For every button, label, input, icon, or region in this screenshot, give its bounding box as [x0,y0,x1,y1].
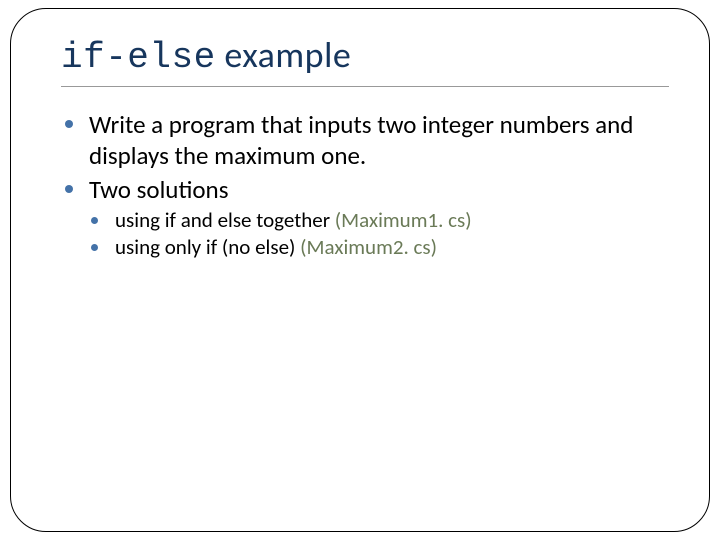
bullet-text: using only if (no else) [115,234,300,260]
title-divider [61,86,669,87]
paren-text: (Maximum2. cs) [300,234,437,260]
bullet-text: Write a program that inputs two integer … [89,109,633,171]
slide-frame: if-else example Write a program that inp… [10,8,710,532]
paren-text: (Maximum1. cs) [335,207,472,233]
slide-title: if-else example [61,33,669,78]
list-subitem: using only if (no else) (Maximum2. cs) [87,234,669,261]
bullet-text: using if and else together [115,207,335,233]
title-code: if-else [61,37,216,78]
content-list: Write a program that inputs two integer … [61,109,669,261]
list-subitem: using if and else together (Maximum1. cs… [87,207,669,234]
title-rest: example [216,33,352,77]
list-item: Two solutions [61,174,669,205]
bullet-text: Two solutions [89,174,228,205]
list-item: Write a program that inputs two integer … [61,109,669,172]
